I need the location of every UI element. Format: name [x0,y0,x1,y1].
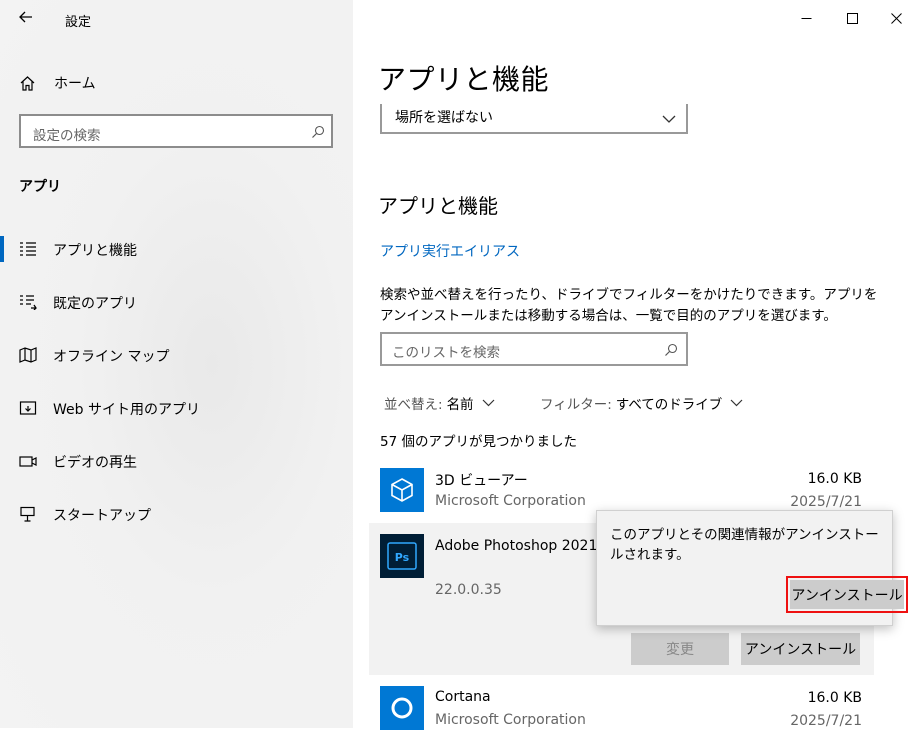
uninstall-confirm-flyout: このアプリとその関連情報がアンインストールされます。 アンインストール [596,510,908,626]
home-nav-item[interactable]: ホーム [19,72,96,94]
chevron-down-icon [662,109,676,128]
confirm-uninstall-button[interactable]: アンインストール [790,580,904,609]
page-title: アプリと機能 [378,63,550,96]
flyout-message: このアプリとその関連情報がアンインストールされます。 [610,527,879,563]
sidebar-item-websites-apps[interactable]: Web サイト用のアプリ [0,390,353,426]
photoshop-icon: Ps [380,534,424,578]
app-name: Adobe Photoshop 2021 [435,538,598,554]
cortana-icon [380,686,424,730]
settings-search-input[interactable]: 設定の検索 [19,114,333,148]
video-playback-icon [19,456,37,467]
app-alias-link[interactable]: アプリ実行エイリアス [380,241,520,261]
sort-dropdown[interactable]: 並べ替え: 名前 [384,393,495,413]
window-title: 設定 [65,15,92,30]
sort-value: 名前 [446,397,474,413]
sidebar-item-label: Web サイト用のアプリ [53,402,200,418]
maximize-button[interactable] [829,4,875,32]
selected-indicator [0,236,4,262]
sidebar-item-apps-features[interactable]: アプリと機能 [0,231,353,267]
search-icon[interactable] [311,124,325,143]
app-date: 2025/7/21 [790,494,862,510]
dropdown-value: 場所を選ばない [395,110,493,126]
filter-dropdown[interactable]: フィルター: すべてのドライブ [540,393,743,413]
svg-text:Ps: Ps [395,551,410,564]
default-apps-icon [20,295,37,310]
startup-icon [20,506,35,522]
sidebar-item-label: ビデオの再生 [53,455,137,471]
app-version: 22.0.0.35 [435,582,502,598]
install-location-dropdown[interactable]: 場所を選ばない [380,104,688,134]
app-size: 16.0 KB [807,690,862,706]
description-text: 検索や並べ替えを行ったり、ドライブでフィルターをかけたりできます。アプリをアンイ… [380,287,878,324]
app-list-search-input[interactable]: このリストを検索 [380,332,688,366]
search-icon[interactable] [664,342,678,361]
filter-label: フィルター: [540,397,612,413]
apps-features-icon [20,242,36,256]
websites-apps-icon [19,401,37,415]
app-date: 2025/7/21 [790,713,862,729]
list-search-placeholder: このリストを検索 [392,345,500,361]
offline-maps-icon [19,347,37,363]
section-label: アプリ [19,179,61,195]
sidebar-item-label: オフライン マップ [53,349,170,365]
app-size: 16.0 KB [807,471,862,487]
uninstall-button[interactable]: アンインストール [741,633,860,665]
close-button[interactable] [873,4,919,32]
section-title: アプリと機能 [378,194,498,218]
sidebar: 設定 ホーム 設定の検索 アプリ アプリと機能 既定のアプリ オフライン マップ… [0,0,353,728]
sidebar-item-label: アプリと機能 [53,243,137,259]
back-arrow-icon[interactable] [14,6,38,30]
sort-label: 並べ替え: [384,397,443,413]
chevron-down-icon [730,395,743,411]
settings-search-placeholder: 設定の検索 [33,128,101,144]
home-icon [20,76,35,91]
3d-viewer-icon [380,468,424,512]
app-name: 3D ビューアー [435,473,528,489]
app-publisher: Microsoft Corporation [435,712,586,728]
home-label: ホーム [54,76,96,92]
sidebar-item-video-playback[interactable]: ビデオの再生 [0,443,353,479]
app-count: 57 個のアプリが見つかりました [380,434,577,450]
app-list-item-cortana[interactable]: Cortana Microsoft Corporation 16.0 KB 20… [369,680,874,730]
chevron-down-icon [482,395,495,411]
confirm-uninstall-highlight: アンインストール [786,576,908,613]
app-name: Cortana [435,689,491,705]
sidebar-item-offline-maps[interactable]: オフライン マップ [0,337,353,373]
app-publisher: Microsoft Corporation [435,493,586,509]
sidebar-item-default-apps[interactable]: 既定のアプリ [0,284,353,320]
modify-button[interactable]: 変更 [631,633,729,665]
sidebar-item-startup[interactable]: スタートアップ [0,496,353,532]
minimize-button[interactable] [783,4,829,32]
sidebar-item-label: 既定のアプリ [53,296,137,312]
sidebar-item-label: スタートアップ [53,508,151,524]
filter-value: すべてのドライブ [615,397,723,413]
